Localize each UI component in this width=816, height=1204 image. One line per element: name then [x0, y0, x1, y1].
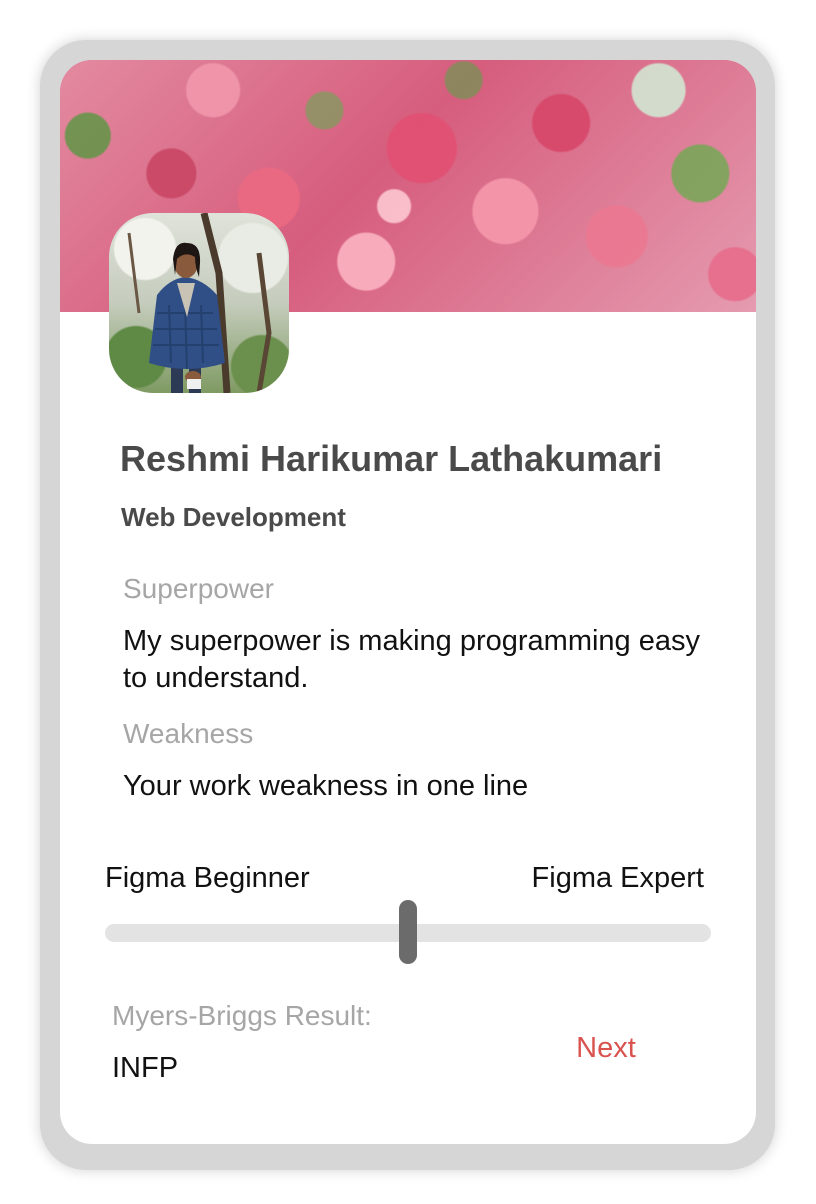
skill-slider-thumb[interactable]	[399, 900, 417, 964]
slider-min-label: Figma Beginner	[105, 862, 310, 894]
superpower-text: My superpower is making programming easy…	[123, 625, 700, 694]
profile-card: Reshmi Harikumar Lathakumari Web Develop…	[60, 60, 756, 1144]
weakness-label: Weakness	[123, 718, 254, 749]
profile-department: Web Development	[121, 502, 346, 532]
person-photo	[127, 213, 272, 393]
myers-briggs-label: Myers-Briggs Result:	[112, 1000, 372, 1031]
slider-max-label: Figma Expert	[531, 862, 704, 894]
myers-briggs-value: INFP	[112, 1052, 179, 1084]
weakness-text: Your work weakness in one line	[123, 770, 529, 802]
superpower-label: Superpower	[123, 573, 274, 604]
profile-name: Reshmi Harikumar Lathakumari	[120, 438, 663, 479]
avatar	[109, 213, 289, 393]
next-button[interactable]: Next	[560, 1032, 652, 1065]
